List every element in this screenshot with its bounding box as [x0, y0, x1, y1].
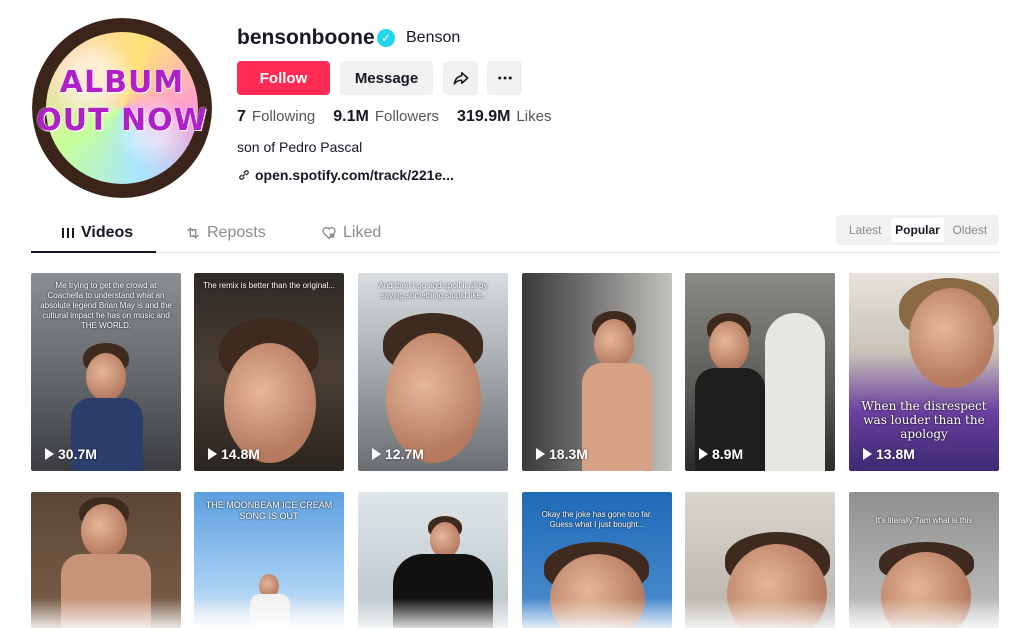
following-count: 7: [237, 108, 246, 125]
link-icon: [239, 170, 249, 180]
profile-avatar[interactable]: ALBUM OUT NOW: [32, 18, 212, 198]
message-button[interactable]: Message: [340, 61, 433, 95]
play-icon: [863, 448, 872, 460]
active-tab-indicator: [31, 251, 156, 253]
followers-stat[interactable]: 9.1M Followers: [333, 108, 439, 126]
video-caption: It's literally 7am what is this: [875, 516, 973, 525]
followers-label: Followers: [374, 108, 440, 125]
tab-reposts-label: Reposts: [207, 224, 266, 241]
sort-toggle: Latest Popular Oldest: [836, 215, 999, 245]
heart-lock-icon: [322, 227, 336, 240]
likes-label: Likes: [516, 108, 552, 125]
tab-liked-label: Liked: [343, 224, 382, 241]
view-count: 14.8M: [208, 446, 260, 462]
grid-icon: [62, 228, 74, 238]
followers-count: 9.1M: [333, 108, 369, 125]
likes-count: 319.9M: [457, 108, 511, 125]
video-caption: The remix is better than the original...: [202, 281, 336, 290]
more-options-button[interactable]: [487, 61, 522, 95]
username: bensonboone: [237, 26, 375, 49]
view-count: 8.9M: [699, 446, 743, 462]
video-card[interactable]: Me trying to get the crowd at Coachella …: [31, 273, 181, 471]
likes-stat: 319.9M Likes: [457, 108, 551, 126]
sort-oldest[interactable]: Oldest: [944, 218, 996, 242]
view-count: 30.7M: [45, 446, 97, 462]
video-caption: Okay the joke has gone too far. Guess wh…: [541, 510, 653, 529]
bottom-fade: [0, 598, 1023, 628]
video-caption: THE MOONBEAM ICE CREAM SONG IS OUT: [205, 500, 333, 521]
sort-latest[interactable]: Latest: [839, 218, 891, 242]
video-caption: When the disrespect was louder than the …: [861, 399, 987, 441]
video-card[interactable]: The remix is better than the original...…: [194, 273, 344, 471]
verified-badge-icon: ✓: [377, 29, 395, 47]
view-count: 12.7M: [372, 446, 424, 462]
play-icon: [45, 448, 54, 460]
nickname: Benson: [406, 29, 461, 46]
bio-link[interactable]: open.spotify.com/track/221e...: [237, 167, 454, 183]
bio: son of Pedro Pascal: [237, 139, 363, 155]
video-card[interactable]: 8.9M: [685, 273, 835, 471]
video-card[interactable]: 18.3M: [522, 273, 672, 471]
video-caption: And then I go and spoil it all by saying…: [378, 281, 488, 300]
play-icon: [372, 448, 381, 460]
tab-liked[interactable]: Liked: [321, 224, 381, 242]
view-count: 18.3M: [536, 446, 588, 462]
tab-reposts[interactable]: Reposts: [185, 224, 266, 242]
more-icon: [497, 76, 512, 80]
tab-videos-label: Videos: [81, 224, 134, 241]
tab-videos[interactable]: Videos: [61, 224, 133, 242]
sort-popular[interactable]: Popular: [891, 218, 944, 242]
profile-stats: 7 Following 9.1M Followers 319.9M Likes: [237, 108, 551, 126]
following-stat[interactable]: 7 Following: [237, 108, 315, 126]
share-icon: [453, 72, 468, 85]
following-label: Following: [251, 108, 316, 125]
repost-icon: [187, 227, 199, 239]
video-card[interactable]: When the disrespect was louder than the …: [849, 273, 999, 471]
play-icon: [536, 448, 545, 460]
follow-button[interactable]: Follow: [237, 61, 330, 95]
view-count: 13.8M: [863, 446, 915, 462]
play-icon: [208, 448, 217, 460]
play-icon: [699, 448, 708, 460]
share-button[interactable]: [443, 61, 478, 95]
video-card[interactable]: And then I go and spoil it all by saying…: [358, 273, 508, 471]
video-caption: Me trying to get the crowd at Coachella …: [40, 281, 172, 330]
avatar-text: ALBUM OUT NOW: [36, 65, 208, 138]
bio-link-text: open.spotify.com/track/221e...: [255, 167, 454, 183]
